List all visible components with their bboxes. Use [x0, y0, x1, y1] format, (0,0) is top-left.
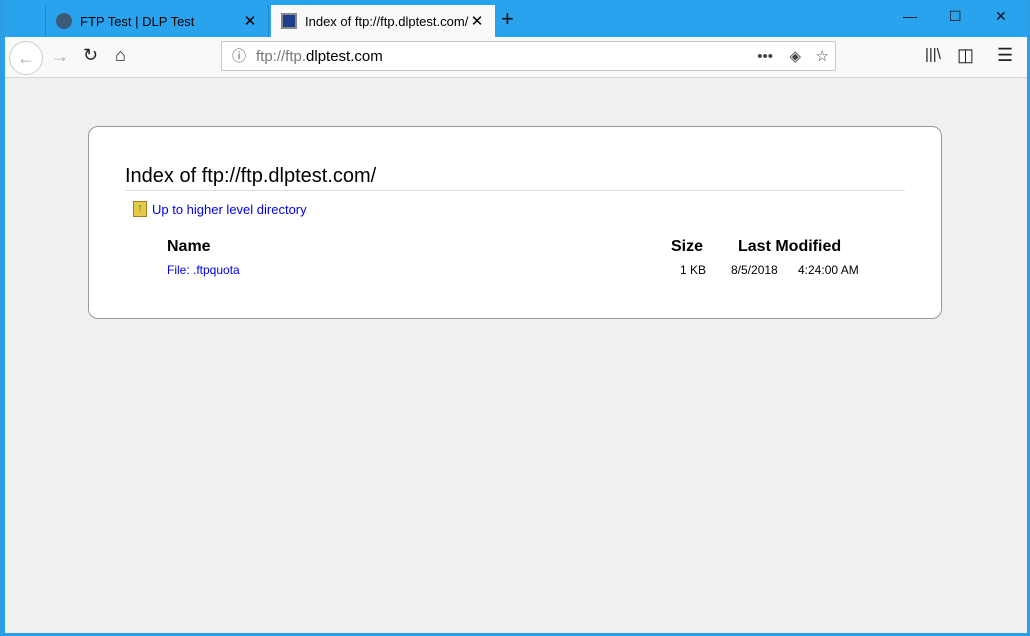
dlptest-icon: [56, 13, 72, 29]
up-link-label: Up to higher level directory: [152, 201, 307, 217]
monitor-icon: [281, 13, 297, 29]
page-title: Index of ftp://ftp.dlptest.com/: [125, 165, 905, 191]
menu-icon[interactable]: ☰: [997, 45, 1013, 66]
directory-listing: Index of ftp://ftp.dlptest.com/ ↑ Up to …: [88, 126, 942, 319]
library-icon[interactable]: |||\: [925, 46, 941, 63]
close-tab-icon[interactable]: ✕: [242, 12, 258, 30]
home-button[interactable]: ⌂: [115, 45, 126, 66]
close-tab-icon[interactable]: ✕: [469, 12, 485, 30]
pocket-icon[interactable]: ◈: [789, 47, 801, 65]
file-time: 4:24:00 AM: [798, 263, 859, 277]
sidebar-icon[interactable]: ◫: [957, 45, 974, 66]
url-prefix: ftp://ftp.: [256, 47, 307, 65]
page-actions-icon[interactable]: •••: [757, 48, 773, 65]
tab-label: Index of ftp://ftp.dlptest.com/: [305, 13, 469, 29]
tab-label: FTP Test | DLP Test: [80, 13, 195, 29]
tab-ftp-test[interactable]: FTP Test | DLP Test ✕: [45, 5, 269, 37]
bookmark-star-icon[interactable]: ☆: [816, 47, 829, 65]
url-bar[interactable]: ⓘ ftp://ftp. dlptest.com ••• ◈ ☆: [221, 41, 836, 71]
forward-button[interactable]: →: [51, 46, 69, 67]
url-domain: dlptest.com: [306, 47, 383, 65]
nav-bar: ← → ↻ ⌂ ⓘ ftp://ftp. dlptest.com ••• ◈ ☆ …: [5, 37, 1027, 78]
column-header-modified[interactable]: Last Modified: [738, 238, 841, 256]
back-button[interactable]: ←: [9, 41, 43, 75]
tab-index[interactable]: Index of ftp://ftp.dlptest.com/ ✕: [271, 5, 495, 37]
file-link[interactable]: File: .ftpquota: [167, 263, 240, 277]
tab-bar: FTP Test | DLP Test ✕ Index of ftp://ftp…: [5, 0, 1027, 37]
up-directory-link[interactable]: ↑ Up to higher level directory: [133, 201, 307, 217]
browser-window: FTP Test | DLP Test ✕ Index of ftp://ftp…: [5, 0, 1027, 633]
reload-button[interactable]: ↻: [83, 45, 98, 66]
info-icon[interactable]: ⓘ: [232, 46, 246, 66]
close-window-button[interactable]: ✕: [995, 8, 1007, 25]
new-tab-button[interactable]: +: [501, 6, 514, 32]
column-header-name[interactable]: Name: [167, 238, 211, 256]
folder-up-icon: ↑: [133, 201, 147, 217]
file-size: 1 KB: [680, 263, 707, 277]
file-date: 8/5/2018: [731, 263, 778, 277]
maximize-button[interactable]: ☐: [949, 8, 962, 25]
column-header-size[interactable]: Size: [671, 238, 703, 256]
minimize-button[interactable]: —: [903, 8, 917, 24]
